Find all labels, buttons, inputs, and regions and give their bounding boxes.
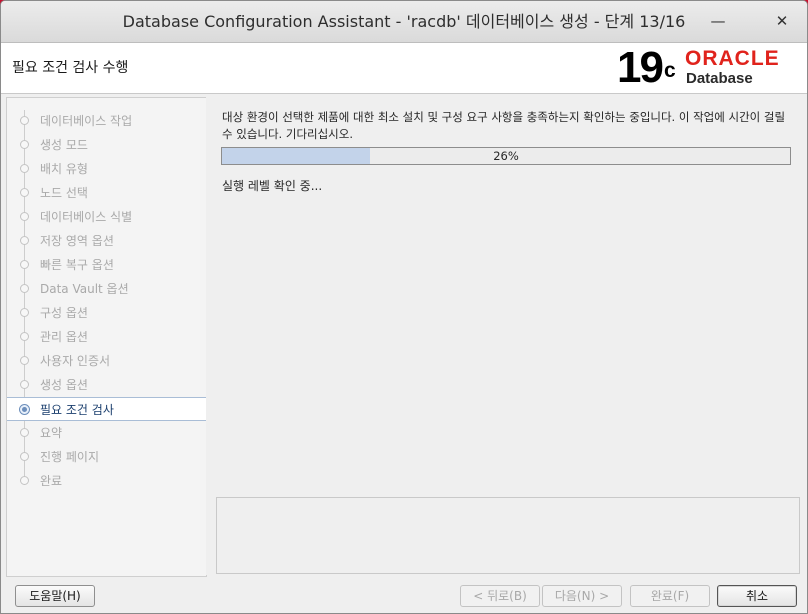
logo-product: Database bbox=[686, 70, 753, 87]
step-item-user-credentials: 사용자 인증서 bbox=[7, 348, 206, 372]
back-button[interactable]: < 뒤로(B) bbox=[460, 585, 540, 607]
step-label: 생성 모드 bbox=[40, 138, 88, 152]
step-label: 완료 bbox=[40, 474, 63, 488]
step-item-configuration-options: 구성 옵션 bbox=[7, 300, 206, 324]
step-label: 요약 bbox=[40, 426, 63, 440]
step-dot-icon bbox=[20, 308, 29, 317]
detail-message-area[interactable] bbox=[216, 497, 800, 574]
step-item-deployment-type: 배치 유형 bbox=[7, 156, 206, 180]
step-item-finish: 완료 bbox=[7, 468, 206, 492]
step-dot-icon bbox=[20, 284, 29, 293]
step-dot-icon bbox=[20, 260, 29, 269]
step-dot-icon bbox=[20, 332, 29, 341]
status-text: 실행 레벨 확인 중... bbox=[222, 179, 323, 193]
step-dot-icon bbox=[20, 452, 29, 461]
step-item-progress-page: 진행 페이지 bbox=[7, 444, 206, 468]
step-item-node-selection: 노드 선택 bbox=[7, 180, 206, 204]
progress-percent-label: 26% bbox=[493, 149, 519, 163]
step-label: 필요 조건 검사 bbox=[40, 403, 114, 417]
content-panel: 대상 환경이 선택한 제품에 대한 최소 설치 및 구성 요구 사항을 충족하는… bbox=[206, 97, 807, 575]
step-label: 노드 선택 bbox=[40, 186, 88, 200]
step-navigator: 데이터베이스 작업 생성 모드 배치 유형 노드 선택 데이터베이스 식별 저장… bbox=[6, 97, 207, 577]
step-dot-icon bbox=[20, 356, 29, 365]
step-item-storage-option: 저장 영역 옵션 bbox=[7, 228, 206, 252]
logo-brand: ORACLE bbox=[685, 47, 780, 70]
page-header: 필요 조건 검사 수행 19c ORACLE Database bbox=[1, 43, 807, 94]
window-title: Database Configuration Assistant - 'racd… bbox=[122, 12, 686, 31]
step-item-database-identification: 데이터베이스 식별 bbox=[7, 204, 206, 228]
step-label: 사용자 인증서 bbox=[40, 354, 111, 368]
step-dot-icon bbox=[20, 236, 29, 245]
logo-version: 19 bbox=[617, 43, 664, 92]
logo-version-suffix: c bbox=[663, 59, 676, 82]
dbca-window: Database Configuration Assistant - 'racd… bbox=[0, 0, 808, 614]
title-bar[interactable]: Database Configuration Assistant - 'racd… bbox=[1, 1, 807, 43]
page-title: 필요 조건 검사 수행 bbox=[12, 60, 129, 76]
step-dot-icon bbox=[20, 428, 29, 437]
step-dot-icon bbox=[20, 212, 29, 221]
step-item-creation-mode: 생성 모드 bbox=[7, 132, 206, 156]
step-dot-icon bbox=[20, 116, 29, 125]
step-label: 생성 옵션 bbox=[40, 378, 88, 392]
step-label: 진행 페이지 bbox=[40, 450, 100, 464]
step-label: 데이터베이스 식별 bbox=[40, 210, 133, 224]
close-icon[interactable]: ✕ bbox=[772, 11, 792, 31]
step-item-summary: 요약 bbox=[7, 420, 206, 444]
step-label: 구성 옵션 bbox=[40, 306, 88, 320]
minimize-icon[interactable]: — bbox=[708, 11, 728, 31]
step-item-prerequisite-checks: 필요 조건 검사 bbox=[7, 397, 206, 421]
step-label: 데이터베이스 작업 bbox=[40, 114, 133, 128]
progress-bar: 26% bbox=[221, 147, 791, 165]
step-dot-icon bbox=[20, 164, 29, 173]
finish-button[interactable]: 완료(F) bbox=[630, 585, 710, 607]
step-item-management-options: 관리 옵션 bbox=[7, 324, 206, 348]
help-button[interactable]: 도움말(H) bbox=[15, 585, 95, 607]
step-item-creation-option: 생성 옵션 bbox=[7, 372, 206, 396]
next-button[interactable]: 다음(N) > bbox=[542, 585, 622, 607]
step-dot-icon bbox=[20, 188, 29, 197]
step-dot-icon bbox=[20, 140, 29, 149]
step-item-database-operation: 데이터베이스 작업 bbox=[7, 108, 206, 132]
check-description: 대상 환경이 선택한 제품에 대한 최소 설치 및 구성 요구 사항을 충족하는… bbox=[222, 110, 786, 141]
step-label: 배치 유형 bbox=[40, 162, 88, 176]
cancel-button[interactable]: 취소 bbox=[717, 585, 797, 607]
step-label: 저장 영역 옵션 bbox=[40, 234, 114, 248]
step-dot-icon bbox=[20, 476, 29, 485]
step-item-data-vault-option: Data Vault 옵션 bbox=[7, 276, 206, 300]
step-item-fast-recovery-option: 빠른 복구 옵션 bbox=[7, 252, 206, 276]
step-label: 관리 옵션 bbox=[40, 330, 88, 344]
step-label: 빠른 복구 옵션 bbox=[40, 258, 114, 272]
step-current-icon bbox=[19, 404, 30, 415]
step-label: Data Vault 옵션 bbox=[40, 282, 129, 296]
step-dot-icon bbox=[20, 380, 29, 389]
